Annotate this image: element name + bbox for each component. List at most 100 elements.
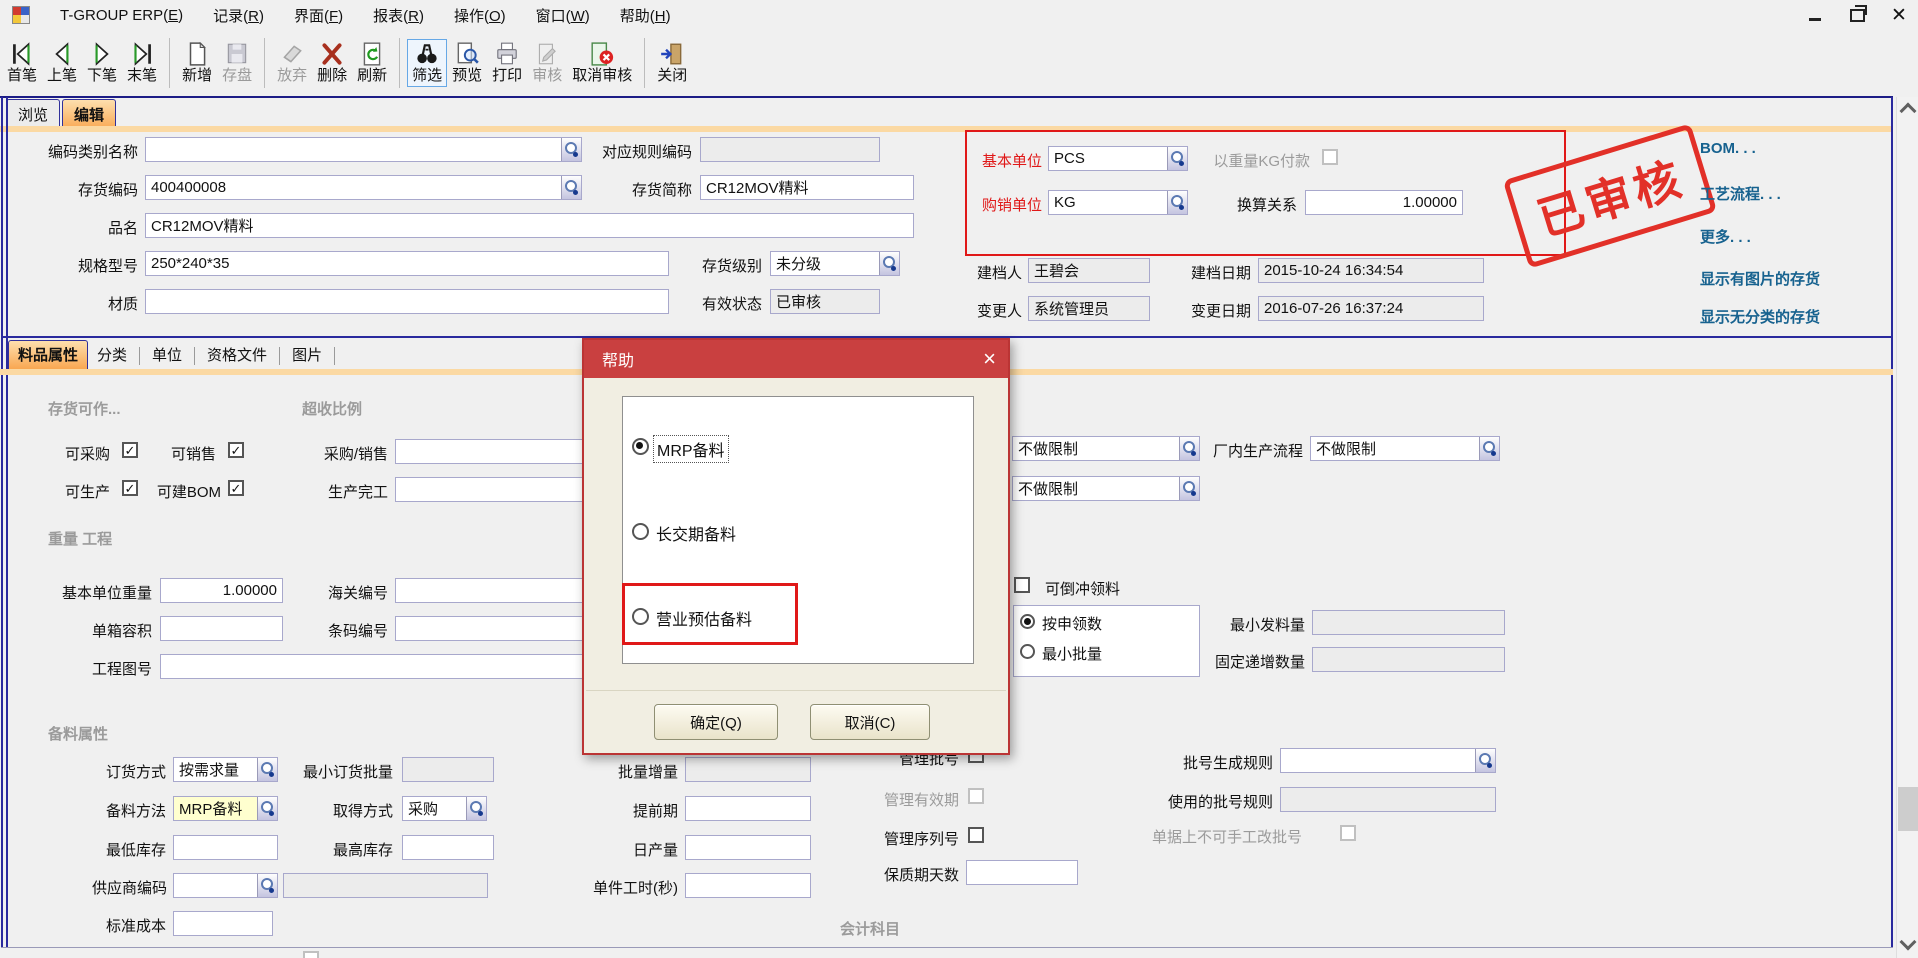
factory-flow-field[interactable]: 不做限制 (1310, 436, 1500, 461)
scroll-down-icon[interactable] (1900, 934, 1917, 951)
subtab-qualification[interactable]: 资格文件 (198, 341, 276, 369)
trade-unit-field[interactable]: KG (1048, 190, 1188, 215)
bom-link[interactable]: BOM. . . (1700, 140, 1756, 157)
scrollbar-thumb[interactable] (1898, 787, 1918, 831)
minimize-button[interactable] (1802, 3, 1828, 27)
order-mode-field[interactable]: 按需求量 (173, 757, 278, 782)
used-batch-rule-field (1280, 787, 1496, 812)
vertical-scrollbar[interactable] (1896, 97, 1918, 958)
more-link[interactable]: 更多. . . (1700, 226, 1751, 247)
backflush-checkbox[interactable] (1014, 577, 1030, 593)
new-button[interactable]: 新增 (177, 39, 217, 88)
ok-button[interactable]: 确定(Q) (654, 704, 778, 740)
lookup-icon[interactable] (1179, 477, 1199, 500)
base-unit-field[interactable]: PCS (1048, 146, 1188, 171)
lookup-icon[interactable] (561, 138, 581, 161)
restore-button[interactable] (1844, 3, 1870, 27)
lookup-icon[interactable] (561, 176, 581, 199)
lookup-icon[interactable] (257, 797, 277, 820)
supplier-code-field[interactable] (173, 873, 278, 898)
mrp-option-label[interactable]: MRP备料 (654, 436, 728, 462)
batch-rule-field[interactable] (1280, 748, 1496, 773)
inv-code-field[interactable]: 400400008 (145, 175, 582, 200)
shelf-life-field[interactable] (966, 860, 1078, 885)
long-leadtime-option-label[interactable]: 长交期备料 (656, 521, 736, 545)
subtab-category[interactable]: 分类 (88, 341, 136, 369)
lookup-icon[interactable] (1475, 749, 1495, 772)
supplier-name-field (283, 873, 488, 898)
next-record-button[interactable]: 下笔 (82, 39, 122, 88)
std-cost-field[interactable] (173, 911, 273, 936)
last-record-button[interactable]: 末笔 (122, 39, 162, 88)
prev-record-button[interactable]: 上笔 (42, 39, 82, 88)
prep-method-field[interactable]: MRP备料 (173, 796, 278, 821)
material-field[interactable] (145, 289, 669, 314)
print-button[interactable]: 打印 (487, 39, 527, 88)
lookup-icon[interactable] (879, 252, 899, 275)
process-flow-link[interactable]: 工艺流程. . . (1700, 183, 1781, 204)
audit-button[interactable]: 审核 (527, 39, 567, 88)
menu-interface[interactable]: 界面(F) (294, 5, 343, 26)
menu-app[interactable]: T-GROUP ERP(E) (60, 7, 183, 24)
show-uncategorized-link[interactable]: 显示无分类的存货 (1700, 306, 1820, 327)
refresh-button[interactable]: 刷新 (352, 39, 392, 88)
inv-abbr-field[interactable]: CR12MOV精料 (700, 175, 914, 200)
cancel-button[interactable]: 取消(C) (810, 704, 930, 740)
box-volume-field[interactable] (160, 616, 283, 641)
lookup-icon[interactable] (257, 758, 277, 781)
conversion-field[interactable]: 1.00000 (1305, 190, 1463, 215)
help-dialog-titlebar[interactable]: 帮助 × (584, 340, 1008, 378)
menu-operate[interactable]: 操作(O) (454, 5, 506, 26)
menu-window[interactable]: 窗口(W) (536, 5, 590, 26)
delete-button[interactable]: 删除 (312, 39, 352, 88)
lookup-icon[interactable] (1167, 191, 1187, 214)
mrp-option-radio[interactable] (632, 438, 649, 455)
base-unit-weight-field[interactable]: 1.00000 (160, 578, 283, 603)
subtab-image[interactable]: 图片 (283, 341, 331, 369)
menu-help[interactable]: 帮助(H) (620, 5, 671, 26)
preview-button[interactable]: 预览 (447, 39, 487, 88)
manage-serial-checkbox[interactable] (968, 827, 984, 843)
menu-report[interactable]: 报表(R) (373, 5, 424, 26)
lookup-icon[interactable] (1167, 147, 1187, 170)
restriction-field-2[interactable]: 不做限制 (1012, 476, 1200, 501)
lookup-icon[interactable] (1179, 437, 1199, 460)
show-with-images-link[interactable]: 显示有图片的存货 (1700, 268, 1820, 289)
menu-record[interactable]: 记录(R) (213, 5, 264, 26)
purchasable-checkbox[interactable]: ✓ (122, 442, 138, 458)
min-order-batch-field (402, 757, 494, 782)
daily-output-field[interactable] (685, 835, 811, 860)
min-batch-radio[interactable] (1020, 644, 1035, 659)
cancel-audit-button[interactable]: 取消审核 (567, 39, 637, 88)
producible-checkbox[interactable]: ✓ (122, 480, 138, 496)
long-leadtime-option-radio[interactable] (632, 523, 649, 540)
min-stock-field[interactable] (173, 835, 278, 860)
filter-binoculars-icon (414, 42, 440, 66)
dialog-close-icon[interactable]: × (983, 346, 996, 372)
close-button[interactable]: 关闭 (652, 39, 692, 88)
spec-field[interactable]: 250*240*35 (145, 251, 669, 276)
lookup-icon[interactable] (1479, 437, 1499, 460)
unit-hours-field[interactable] (685, 873, 811, 898)
scroll-up-icon[interactable] (1900, 103, 1917, 120)
code-category-field[interactable] (145, 137, 582, 162)
product-name-field[interactable]: CR12MOV精料 (145, 213, 914, 238)
save-button[interactable]: 存盘 (217, 39, 257, 88)
valid-status-label: 有效状态 (688, 293, 762, 314)
lookup-icon[interactable] (466, 797, 486, 820)
close-window-button[interactable]: ✕ (1886, 3, 1912, 27)
filter-button[interactable]: 筛选 (407, 39, 447, 88)
max-stock-field[interactable] (402, 835, 494, 860)
bom-allowed-checkbox[interactable]: ✓ (228, 480, 244, 496)
inv-level-field[interactable]: 未分级 (770, 251, 900, 276)
first-record-button[interactable]: 首笔 (2, 39, 42, 88)
lead-time-field[interactable] (685, 796, 811, 821)
acquire-mode-field[interactable]: 采购 (402, 796, 487, 821)
subtab-attributes[interactable]: 料品属性 (8, 340, 88, 369)
restriction-field-1[interactable]: 不做限制 (1012, 436, 1200, 461)
by-request-radio[interactable] (1020, 614, 1035, 629)
subtab-unit[interactable]: 单位 (143, 341, 191, 369)
sellable-checkbox[interactable]: ✓ (228, 442, 244, 458)
discard-button[interactable]: 放弃 (272, 39, 312, 88)
lookup-icon[interactable] (257, 874, 277, 897)
